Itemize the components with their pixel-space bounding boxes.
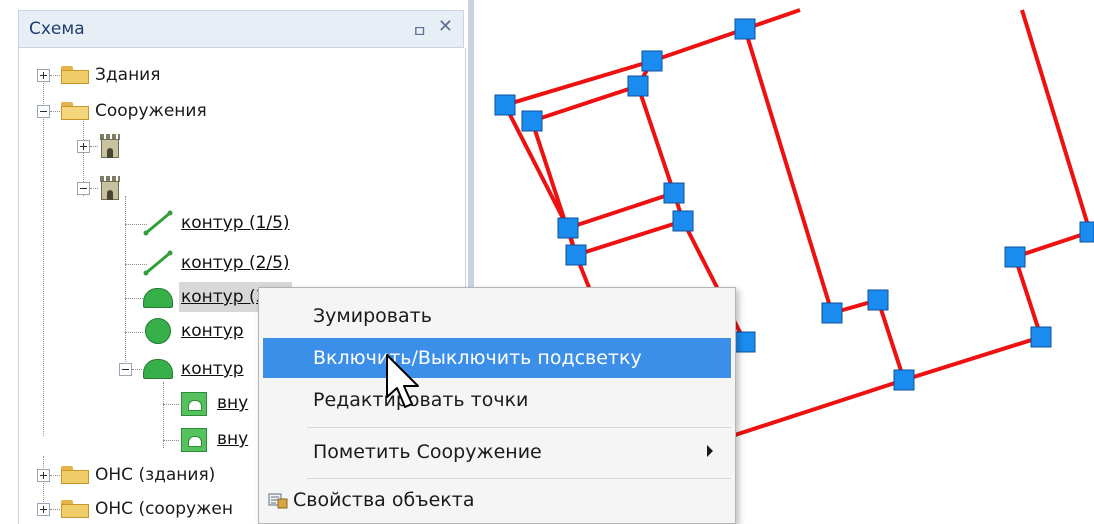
tree-node-buildings[interactable]: Здания [95, 60, 160, 90]
vertex-handle[interactable] [663, 182, 685, 204]
inner-contour-icon [181, 392, 207, 416]
tree-line [163, 382, 164, 448]
tree-label: вну [217, 393, 249, 413]
structure-icon[interactable] [99, 134, 121, 158]
expand-buildings-toggle[interactable] [37, 69, 50, 82]
folder-icon [61, 466, 89, 484]
vertex-handle[interactable] [521, 110, 543, 132]
tree-label: ОНС (здания) [95, 465, 216, 485]
vertex-handle[interactable] [565, 244, 587, 266]
tree-node-contour-5[interactable]: контур [181, 354, 244, 384]
context-menu: Зумировать Включить/Выключить подсветку … [258, 287, 736, 524]
menu-item-label: Зумировать [313, 305, 432, 327]
panel-header: Схема ㅁ ✕ [18, 10, 464, 48]
folder-icon [61, 500, 89, 518]
circle-contour-icon [145, 318, 171, 344]
pin-icon[interactable]: ㅁ [412, 18, 427, 42]
tree-label: вну [217, 429, 249, 449]
menu-item-edit-points[interactable]: Редактировать точки [263, 380, 731, 420]
vertex-handle[interactable] [821, 302, 843, 324]
vertex-handle[interactable] [641, 50, 663, 72]
vertex-handle[interactable] [1079, 221, 1094, 243]
vertex-handle[interactable] [557, 217, 579, 239]
tree-node-inner-2[interactable]: вну [217, 424, 248, 454]
tree-line [125, 298, 143, 299]
folder-open-icon [61, 102, 89, 120]
expand-structure-toggle[interactable] [77, 140, 90, 153]
folder-icon [61, 66, 89, 84]
tree-node-ons-buildings[interactable]: ОНС (здания) [95, 460, 215, 490]
tree-label: контур [181, 359, 244, 379]
outline-edge [743, 28, 879, 316]
menu-item-label: Пометить Сооружение [313, 441, 542, 463]
vertex-handle[interactable] [867, 289, 889, 311]
tree-line [50, 75, 60, 76]
collapse-structure-toggle[interactable] [77, 182, 90, 195]
vertex-handle[interactable] [893, 369, 915, 391]
outline-edge [734, 378, 905, 437]
menu-separator [307, 478, 731, 479]
properties-icon [268, 493, 288, 509]
vertex-handle[interactable] [1030, 326, 1052, 348]
tree-label: Сооружения [95, 101, 207, 121]
tree-node-contour-4[interactable]: контур [181, 316, 244, 346]
tree-line [125, 196, 126, 370]
vertex-handle[interactable] [494, 94, 516, 116]
vertex-handle[interactable] [672, 210, 694, 232]
mouse-cursor-icon [386, 354, 419, 408]
tree-line [90, 146, 98, 147]
menu-item-label: Включить/Выключить подсветку [313, 347, 642, 369]
outline-edge [876, 299, 1042, 383]
inner-contour-icon [181, 428, 207, 452]
vertex-handle[interactable] [734, 331, 756, 353]
line-contour-icon [143, 210, 173, 236]
outline-edge [567, 191, 675, 230]
menu-separator [307, 427, 731, 428]
tree-label: контур [181, 321, 244, 341]
submenu-arrow-icon [707, 445, 713, 457]
menu-item-properties[interactable]: Свойства объекта [263, 480, 731, 520]
menu-item-label: Свойства объекта [293, 489, 475, 511]
tree-label: ОНС (сооружен [95, 499, 233, 519]
panel-title: Схема [29, 19, 85, 39]
tree-node-structures[interactable]: Сооружения [95, 96, 207, 126]
tree-line [50, 475, 60, 476]
polygon-contour-icon [143, 359, 173, 379]
structure-icon[interactable] [99, 176, 121, 200]
tree-line [50, 111, 60, 112]
tree-label: контур (2/5) [181, 253, 290, 273]
menu-item-zoom[interactable]: Зумировать [263, 296, 731, 336]
tree-node-contour-2[interactable]: контур (2/5) [181, 248, 290, 278]
tree-line [125, 332, 143, 333]
menu-item-mark-structure[interactable]: Пометить Сооружение [263, 432, 731, 472]
tree-label: Здания [95, 65, 161, 85]
vertex-handle[interactable] [627, 75, 649, 97]
polygon-contour-icon [143, 288, 173, 308]
outline-edge [1020, 9, 1092, 233]
menu-item-toggle-highlight[interactable]: Включить/Выключить подсветку [263, 338, 731, 378]
collapse-contour-toggle[interactable] [119, 363, 132, 376]
outline-edge [1012, 230, 1091, 338]
tree-label: контур (1/5) [181, 213, 290, 233]
tree-line [163, 404, 179, 405]
tree-line [43, 76, 44, 436]
expand-ons-structures-toggle[interactable] [37, 503, 50, 516]
vertex-handle[interactable] [734, 18, 756, 40]
tree-line [90, 188, 98, 189]
tree-line [50, 509, 60, 510]
tree-node-contour-1[interactable]: контур (1/5) [181, 208, 290, 238]
line-contour-icon [143, 250, 173, 276]
collapse-structures-toggle[interactable] [37, 105, 50, 118]
vertex-handle[interactable] [1004, 246, 1026, 268]
tree-node-inner-1[interactable]: вну [217, 388, 248, 418]
expand-ons-buildings-toggle[interactable] [37, 469, 50, 482]
tree-node-ons-structures[interactable]: ОНС (сооружен [95, 494, 233, 524]
close-icon[interactable]: ✕ [438, 16, 453, 37]
tree-line [132, 369, 142, 370]
tree-line [163, 440, 179, 441]
